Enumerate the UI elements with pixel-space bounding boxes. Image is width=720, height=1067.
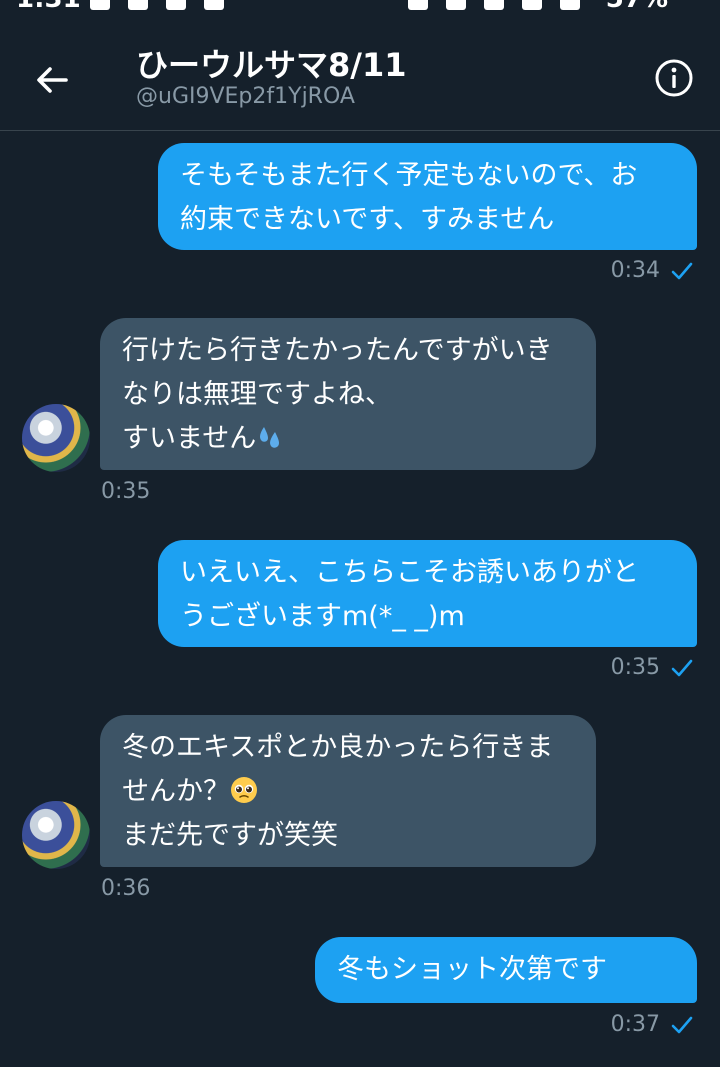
sweat-droplets-icon <box>260 427 280 448</box>
message-bubble-outgoing[interactable]: いえいえ、こちらこそお誘いありがと うございますm(*_ _)m <box>158 540 697 647</box>
message-text-line: 約束できないです、すみません <box>180 204 555 235</box>
message-text-line: 冬もショット次第です <box>337 954 607 985</box>
message-text-line: 行けたら行きたかったんですがいき <box>122 335 553 366</box>
pleading-face-icon <box>231 777 257 803</box>
user-handle: @uGI9VEp2f1YjROA <box>136 84 355 109</box>
message-text: すいません <box>122 423 257 454</box>
screenshot-icon <box>204 0 224 10</box>
avatar[interactable] <box>22 404 90 472</box>
notification-icons <box>90 0 224 10</box>
alarm-icon <box>408 0 428 10</box>
message-time: 0:37 <box>610 1012 660 1037</box>
message-meta: 0:36 <box>101 876 150 901</box>
message-meta: 0:35 <box>101 479 150 504</box>
message-bubble-incoming[interactable]: 行けたら行きたかったんですがいき なりは無理ですよね、 すいません <box>100 318 596 470</box>
status-time: 1:31 <box>16 0 81 12</box>
message-time: 0:36 <box>101 876 151 901</box>
message-time: 0:35 <box>101 479 151 504</box>
message-text-line: そもそもまた行く予定もないので、お <box>180 160 638 191</box>
message-meta: 0:34 <box>611 258 694 283</box>
message-text-line: 冬のエキスポとか良かったら行きま <box>122 732 554 763</box>
status-bar: 1:31 57% <box>0 0 720 12</box>
message-text-line: まだ先ですが笑笑 <box>122 820 338 851</box>
battery-percent: 57% <box>606 0 668 12</box>
conversation-header: ひーウルサマ8/11 @uGI9VEp2f1YjROA <box>0 12 720 131</box>
message-time: 0:35 <box>610 655 660 680</box>
message-bubble-incoming[interactable]: 冬のエキスポとか良かったら行きま せんか？ まだ先ですが笑笑 <box>100 715 596 867</box>
vibrate-icon <box>446 0 466 10</box>
message-text: せんか？ <box>122 776 230 807</box>
message-meta: 0:35 <box>611 655 694 680</box>
info-icon[interactable] <box>654 58 694 98</box>
wifi-icon <box>484 0 504 10</box>
conversation-title[interactable]: ひーウルサマ8/11 <box>136 40 407 86</box>
message-text-line: せんか？ <box>122 770 574 814</box>
signal-icon <box>522 0 542 10</box>
message-text-line: うございますm(*_ _)m <box>180 601 465 632</box>
arrow-left-icon[interactable] <box>30 58 74 102</box>
system-icons <box>408 0 580 10</box>
message-text-line: なりは無理ですよね、 <box>122 379 392 410</box>
sim-icon <box>166 0 186 10</box>
message-bubble-outgoing[interactable]: そもそもまた行く予定もないので、お 約束できないです、すみません <box>158 143 697 250</box>
message-text-line: いえいえ、こちらこそお誘いありがと <box>180 557 639 588</box>
avatar[interactable] <box>22 801 90 869</box>
message-bubble-outgoing[interactable]: 冬もショット次第です <box>315 937 697 1003</box>
battery-icon <box>560 0 580 10</box>
check-icon <box>671 262 693 279</box>
dm-conversation-screen: 1:31 57% ひーウルサマ8/11 @uGI9VEp2f1YjROA <box>0 0 720 1067</box>
message-meta: 0:37 <box>611 1012 694 1037</box>
check-icon <box>671 1016 693 1033</box>
message-text-line: すいません <box>122 417 574 461</box>
message-time: 0:34 <box>610 258 660 283</box>
notification-icon <box>90 0 110 10</box>
check-icon <box>671 659 693 676</box>
shield-icon <box>128 0 148 10</box>
